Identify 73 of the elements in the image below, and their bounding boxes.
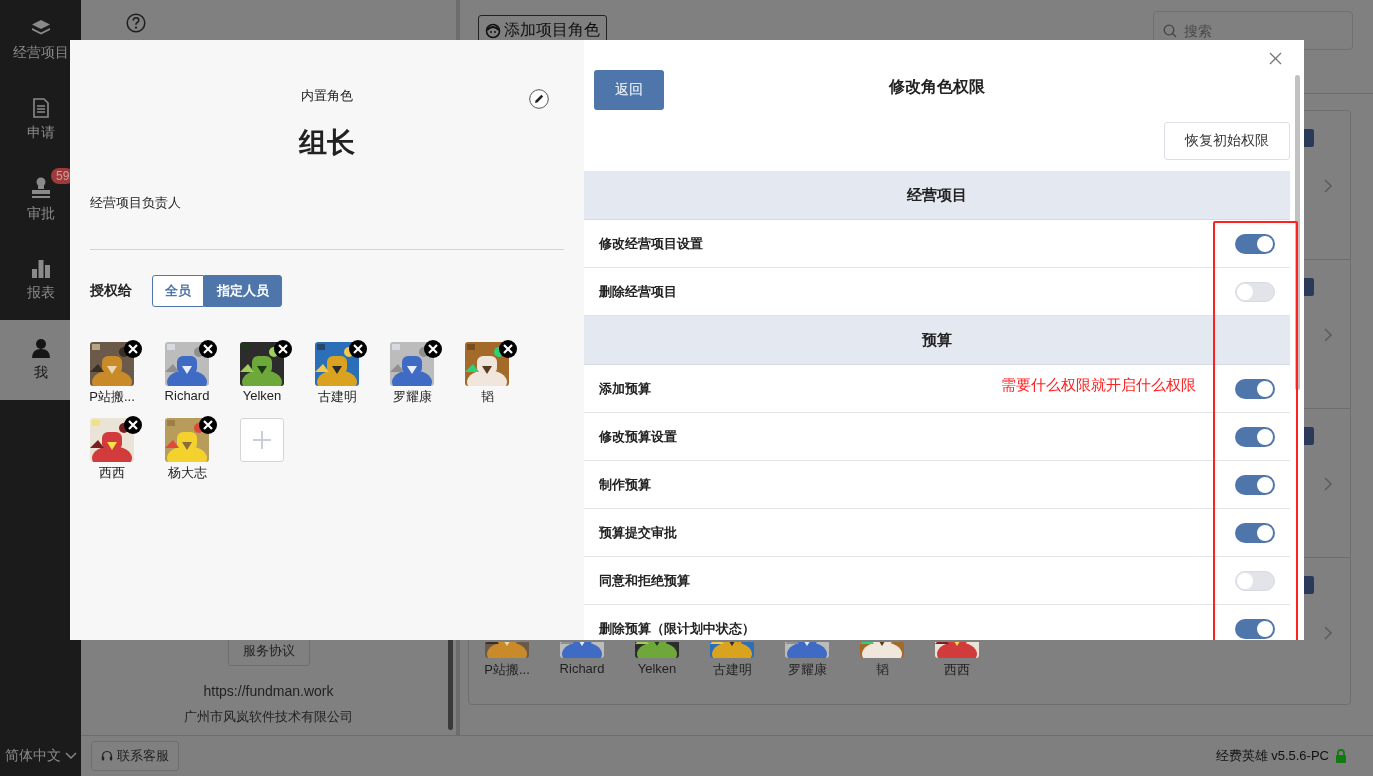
language-selector[interactable]: 简体中文 xyxy=(5,746,61,765)
member-name: 西西 xyxy=(944,661,970,679)
role-type-label: 内置角色 xyxy=(301,87,353,105)
remove-icon[interactable] xyxy=(499,340,517,358)
remove-icon[interactable] xyxy=(124,340,142,358)
close-icon[interactable] xyxy=(1269,52,1282,65)
section-header: 经营项目 xyxy=(584,171,1290,220)
nav-item[interactable]: 申请 xyxy=(0,80,81,160)
member-name: Richard xyxy=(559,661,605,676)
version-text: 经费英雄 v5.5.6-PC xyxy=(1215,747,1329,765)
member-name: 杨大志 xyxy=(167,464,207,482)
person-icon xyxy=(30,338,51,358)
scrollbar[interactable] xyxy=(1295,75,1300,390)
permission-label: 删除预算（限计划中状态） xyxy=(599,619,755,638)
permission-label: 预算提交审批 xyxy=(599,523,677,542)
document-icon xyxy=(32,98,49,118)
nav-item[interactable]: 经营项目 xyxy=(0,0,81,80)
member-name: 罗耀康 xyxy=(392,388,432,406)
remove-icon[interactable] xyxy=(199,340,217,358)
member-name: 古建明 xyxy=(712,661,752,679)
remove-icon[interactable] xyxy=(349,340,367,358)
smiley-icon xyxy=(485,22,501,39)
dialog-title: 修改角色权限 xyxy=(887,76,986,97)
member-name: Yelken xyxy=(242,388,282,403)
remove-icon[interactable] xyxy=(274,340,292,358)
toggle-switch[interactable] xyxy=(1235,426,1275,447)
help-icon[interactable] xyxy=(125,13,146,33)
member-name: Richard xyxy=(164,388,210,403)
edit-icon[interactable] xyxy=(529,89,549,109)
permission-label: 同意和拒绝预算 xyxy=(599,571,690,590)
member-name: 韬 xyxy=(480,388,494,406)
contact-support-button[interactable]: 联系客服 xyxy=(91,741,179,771)
member-name: P站搬... xyxy=(484,661,530,679)
permission-label: 添加预算 xyxy=(599,379,651,398)
lock-icon xyxy=(1335,749,1347,763)
segment-tab[interactable]: 全员 xyxy=(152,275,204,307)
website-text: https://fundman.work xyxy=(203,683,334,699)
member-name: 韬 xyxy=(875,661,889,679)
plus-icon xyxy=(252,430,272,450)
member-name: Yelken xyxy=(637,661,677,676)
remove-icon[interactable] xyxy=(199,416,217,434)
caret-icon xyxy=(65,751,77,760)
reset-permissions-button[interactable]: 恢复初始权限 xyxy=(1164,122,1290,160)
remove-icon[interactable] xyxy=(424,340,442,358)
search-icon xyxy=(1163,24,1177,38)
grant-label: 授权给 xyxy=(90,282,132,300)
permission-label: 修改经营项目设置 xyxy=(599,234,703,253)
role-description: 经营项目负责人 xyxy=(90,194,182,212)
member-name: 罗耀康 xyxy=(787,661,827,679)
toggle-switch[interactable] xyxy=(1235,281,1275,302)
role-name: 组长 xyxy=(297,126,356,160)
permission-label: 修改预算设置 xyxy=(599,427,677,446)
bar-chart-icon xyxy=(30,258,51,278)
permission-label: 制作预算 xyxy=(599,475,651,494)
section-header: 预算 xyxy=(584,316,1290,365)
stamp-icon xyxy=(29,177,52,199)
headset-icon xyxy=(101,750,113,762)
segment-tab[interactable]: 指定人员 xyxy=(204,275,282,307)
permission-label: 删除经营项目 xyxy=(599,282,677,301)
toggle-switch[interactable] xyxy=(1235,618,1275,639)
nav-item[interactable]: 报表 xyxy=(0,240,81,320)
toggle-switch[interactable] xyxy=(1235,233,1275,254)
toggle-switch[interactable] xyxy=(1235,474,1275,495)
member-name: 古建明 xyxy=(317,388,357,406)
company-name: 广州市风岚软件技术有限公司 xyxy=(184,708,353,726)
annotation-text: 需要什么权限就开启什么权限 xyxy=(1001,376,1196,395)
toggle-switch[interactable] xyxy=(1235,570,1275,591)
member-name: P站搬... xyxy=(89,388,135,406)
remove-icon[interactable] xyxy=(124,416,142,434)
toggle-switch[interactable] xyxy=(1235,522,1275,543)
back-button[interactable]: 返回 xyxy=(594,70,664,110)
toggle-switch[interactable] xyxy=(1235,378,1275,399)
member-name: 西西 xyxy=(99,464,125,482)
